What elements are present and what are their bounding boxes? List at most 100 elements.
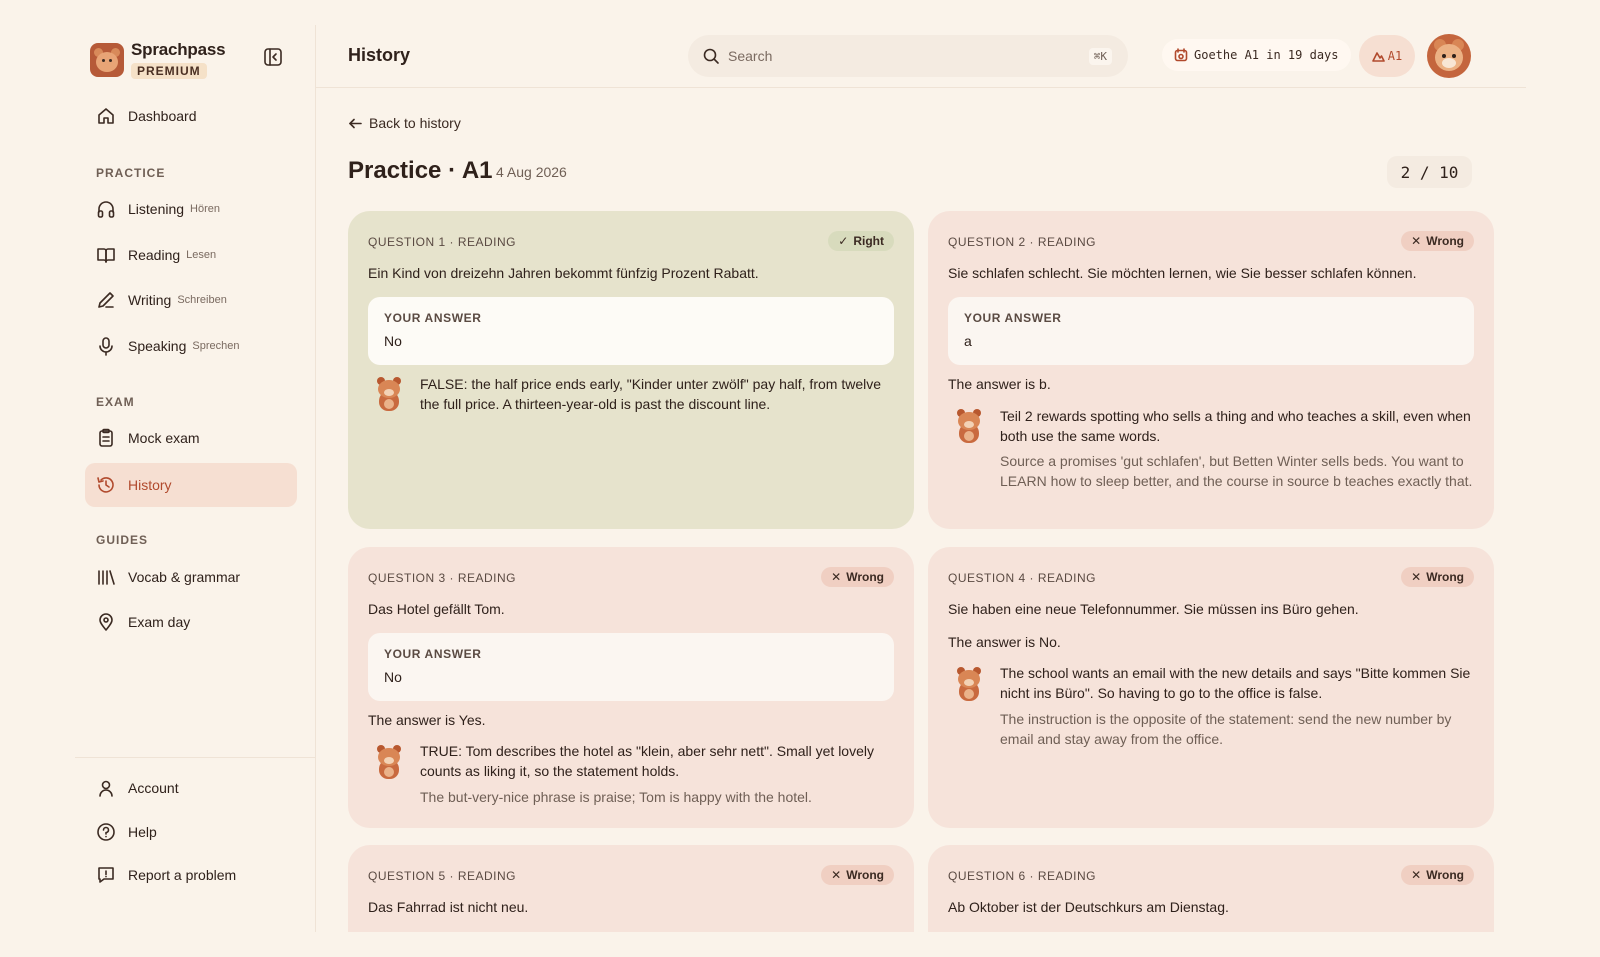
x-icon: ✕ [1411, 868, 1422, 882]
nav-history[interactable]: History [85, 463, 297, 507]
main-content: History Search ⌘K Goethe A1 in 19 days A… [316, 25, 1527, 932]
mountain-icon [1371, 51, 1385, 62]
correct-answer-text: The answer is Yes. [368, 712, 486, 728]
status-badge: ✕ Wrong [1401, 567, 1474, 587]
nav-history-label: History [128, 477, 172, 493]
question-card: QUESTION 6 · READING ✕ Wrong Ab Oktober … [928, 845, 1494, 932]
x-icon: ✕ [1411, 234, 1422, 248]
nav-account-label: Account [128, 780, 179, 796]
status-text: Wrong [846, 570, 884, 584]
library-icon [98, 570, 115, 585]
level-pill[interactable]: A1 [1359, 35, 1415, 77]
collapse-sidebar-button[interactable] [262, 46, 284, 68]
message-alert-icon [98, 867, 114, 883]
status-text: Wrong [1426, 868, 1464, 882]
nav-help[interactable]: Help [85, 812, 297, 852]
status-badge: ✕ Wrong [1401, 231, 1474, 251]
question-text: Sie schlafen schlecht. Sie möchten lerne… [948, 265, 1417, 281]
nav-exam-day[interactable]: Exam day [85, 602, 297, 642]
search-icon [703, 48, 719, 64]
your-answer-box: YOUR ANSWER No [368, 297, 894, 365]
brand-name: Sprachpass [131, 40, 226, 59]
nav-speaking[interactable]: Speaking Sprechen [85, 326, 297, 366]
question-text: Ein Kind von dreizehn Jahren bekommt fün… [368, 265, 759, 281]
status-text: Wrong [846, 868, 884, 882]
correct-answer-text: The answer is No. [948, 634, 1061, 650]
explanation-text: Teil 2 rewards spotting who sells a thin… [1000, 408, 1471, 444]
clipboard-icon [99, 428, 113, 447]
your-answer-box: YOUR ANSWER No [368, 633, 894, 701]
nav-dashboard[interactable]: Dashboard [85, 96, 297, 136]
nav-reading[interactable]: Reading Lesen [85, 235, 297, 275]
nav-listening[interactable]: Listening Hören [85, 189, 297, 229]
your-answer-value: No [384, 669, 402, 685]
question-card: QUESTION 3 · READING ✕ Wrong Das Hotel g… [348, 547, 914, 828]
question-counter: 2 / 10 [1387, 156, 1472, 188]
history-icon [97, 477, 114, 493]
bear-mascot-icon [374, 377, 404, 413]
x-icon: ✕ [1411, 570, 1422, 584]
question-heading: QUESTION 1 · READING [368, 235, 517, 249]
nav-writing[interactable]: Writing Schreiben [85, 280, 297, 320]
explanation-text: TRUE: Tom describes the hotel as "klein,… [420, 743, 874, 779]
sidebar-toggle-icon [264, 48, 282, 66]
back-link-label: Back to history [369, 115, 461, 131]
x-icon: ✕ [831, 868, 842, 882]
your-answer-value: a [964, 333, 972, 349]
status-text: Wrong [1426, 234, 1464, 248]
top-bar: History Search ⌘K Goethe A1 in 19 days A… [316, 25, 1526, 88]
page-title: History [348, 45, 411, 65]
nav-listening-sub: Hören [190, 203, 221, 215]
question-text: Das Fahrrad ist nicht neu. [368, 899, 529, 915]
explanation-text: The school wants an email with the new d… [1000, 665, 1471, 701]
question-text: Das Hotel gefällt Tom. [368, 601, 505, 617]
nav-mock-exam[interactable]: Mock exam [85, 418, 297, 458]
search-placeholder: Search [728, 48, 773, 64]
explanation-text: FALSE: the half price ends early, "Kinde… [420, 376, 882, 412]
status-badge: ✓ Right [828, 231, 894, 251]
question-card: QUESTION 1 · READING ✓ Right Ein Kind vo… [348, 211, 914, 529]
nav-dashboard-label: Dashboard [128, 108, 197, 124]
nav-speaking-label: Speaking [128, 338, 187, 354]
exam-countdown-pill[interactable]: Goethe A1 in 19 days [1162, 39, 1351, 71]
home-icon [98, 108, 114, 124]
question-card: QUESTION 2 · READING ✕ Wrong Sie schlafe… [928, 211, 1494, 529]
nav-vocab[interactable]: Vocab & grammar [85, 557, 297, 597]
nav-writing-sub: Schreiben [177, 294, 227, 306]
your-answer-box: YOUR ANSWER a [948, 297, 1474, 365]
nav-account[interactable]: Account [85, 768, 297, 808]
headphones-icon [97, 201, 115, 218]
your-answer-label: YOUR ANSWER [384, 311, 482, 325]
nav-report[interactable]: Report a problem [85, 855, 297, 895]
question-heading: QUESTION 2 · READING [948, 235, 1097, 249]
question-heading: QUESTION 6 · READING [948, 869, 1097, 883]
section-guides: GUIDES [96, 533, 149, 547]
practice-date: 4 Aug 2026 [496, 164, 567, 180]
explanation-detail: The instruction is the opposite of the s… [1000, 711, 1452, 747]
section-exam: EXAM [96, 395, 135, 409]
microphone-icon [99, 337, 113, 356]
search-shortcut: ⌘K [1088, 47, 1112, 65]
search-input[interactable]: Search ⌘K [688, 35, 1128, 77]
question-text: Sie haben eine neue Telefonnummer. Sie m… [948, 601, 1359, 617]
nav-exam-day-label: Exam day [128, 614, 191, 630]
status-badge: ✕ Wrong [1401, 865, 1474, 885]
user-icon [99, 780, 113, 797]
your-answer-label: YOUR ANSWER [964, 311, 1062, 325]
question-heading: QUESTION 5 · READING [368, 869, 517, 883]
avatar[interactable] [1427, 34, 1471, 78]
status-badge: ✕ Wrong [821, 865, 894, 885]
explanation-detail: Source a promises 'gut schlafen', but Be… [1000, 453, 1473, 489]
status-badge: ✕ Wrong [821, 567, 894, 587]
nav-vocab-label: Vocab & grammar [128, 569, 241, 585]
brand[interactable]: Sprachpass PREMIUM [90, 40, 226, 80]
premium-badge: PREMIUM [131, 63, 207, 79]
book-icon [97, 248, 115, 263]
pen-icon [98, 292, 114, 308]
your-answer-label: YOUR ANSWER [384, 647, 482, 661]
question-card: QUESTION 5 · READING ✕ Wrong Das Fahrrad… [348, 845, 914, 932]
nav-listening-label: Listening [128, 201, 185, 217]
section-practice: PRACTICE [96, 166, 166, 180]
back-to-history-link[interactable]: Back to history [348, 115, 461, 131]
status-text: Right [853, 234, 884, 248]
